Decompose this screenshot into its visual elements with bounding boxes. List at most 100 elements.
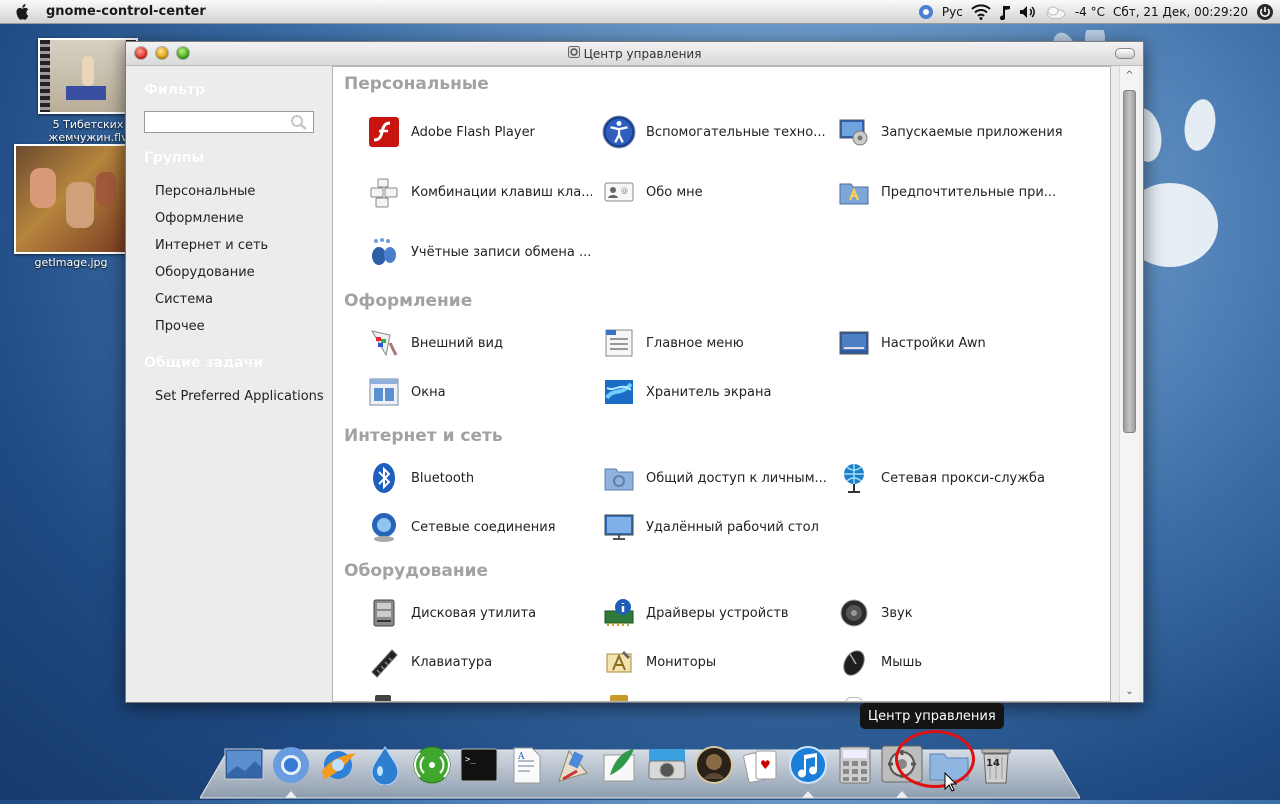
item-label: Запускаемые приложения [881, 124, 1062, 140]
sidebar-group-internet[interactable]: Интернет и сеть [155, 238, 268, 253]
desktop-file-label: 5 Тибетских жемчужин.flv [48, 118, 128, 144]
item-label: Предпочтительные при... [881, 184, 1057, 200]
dock-item-trash[interactable]: 14 [974, 744, 1018, 790]
dock-item-paint[interactable] [551, 744, 595, 790]
item-label: Окна [411, 384, 446, 400]
desktop-file-video[interactable]: 5 Тибетских жемчужин.flv [38, 38, 138, 144]
window-shade-button[interactable] [1115, 48, 1135, 59]
running-indicator [802, 791, 814, 798]
item-label: Вспомогательные техно... [646, 124, 826, 140]
sidebar-group-appearance[interactable]: Оформление [155, 211, 244, 226]
window-title-text: Центр управления [583, 46, 702, 61]
task-set-preferred-applications[interactable]: Set Preferred Applications [155, 389, 324, 404]
item-keyboard-shortcuts[interactable]: Комбинации клавиш кла... [367, 172, 592, 212]
feather-icon [600, 745, 640, 789]
item-remote-desktop[interactable]: Удалённый рабочий стол [602, 507, 827, 547]
sidebar-group-other[interactable]: Прочее [155, 319, 205, 334]
dock-item-text-editor[interactable]: A [504, 744, 548, 790]
volume-icon[interactable] [1019, 5, 1037, 19]
keyboard-shortcuts-icon [367, 175, 401, 209]
clock[interactable]: Сбт, 21 Дек, 00:29:20 [1113, 5, 1248, 19]
paint-icon [553, 745, 593, 789]
svg-text:>_: >_ [465, 755, 476, 765]
item-label: Главное меню [646, 335, 744, 351]
item-disk-utility[interactable]: Дисковая утилита [367, 593, 592, 633]
item-label: Учётные записи обмена ... [411, 244, 592, 260]
item-label: Мышь [881, 654, 923, 670]
apple-menu-icon[interactable] [0, 3, 46, 21]
scroll-up-button[interactable]: ^ [1120, 68, 1139, 84]
item-label: Мониторы [646, 654, 717, 670]
scroll-down-button[interactable]: ⌄ [1120, 684, 1139, 700]
item-personal-file-sharing[interactable]: Общий доступ к личным... [602, 458, 827, 498]
item-network-connections[interactable]: Сетевые соединения [367, 507, 592, 547]
dock-item-game[interactable] [692, 744, 736, 790]
window-title: Центр управления [126, 46, 1143, 61]
sidebar-group-system[interactable]: Система [155, 292, 213, 307]
dock-item-drop[interactable] [363, 744, 407, 790]
desktop-file-image[interactable]: getImage.jpg [14, 144, 128, 269]
dock-item-chromium[interactable] [269, 744, 313, 798]
item-adobe-flash-player[interactable]: Adobe Flash Player [367, 112, 592, 152]
item-appearance[interactable]: Внешний вид [367, 323, 592, 363]
item-messaging-accounts[interactable]: Учётные записи обмена ... [367, 232, 592, 272]
wifi-icon[interactable] [971, 3, 991, 20]
desktop-icon [224, 748, 264, 786]
dock-item-desktop[interactable] [222, 744, 266, 790]
item-network-proxy[interactable]: Сетевая прокси-служба [837, 458, 1062, 498]
top-panel: gnome-control-center Рус -4 °C Сбт, 21 Д… [0, 0, 1280, 24]
item-awn-settings[interactable]: Настройки Awn [837, 323, 1062, 363]
dock-item-music[interactable] [786, 744, 830, 798]
personal-sharing-icon [602, 461, 636, 495]
remote-desktop-icon [602, 510, 636, 544]
item-mouse[interactable]: Мышь [837, 642, 1062, 682]
svg-text:@: @ [621, 187, 628, 195]
scroll-thumb[interactable] [1123, 90, 1136, 433]
game-icon [694, 745, 734, 789]
sidebar-group-hardware[interactable]: Оборудование [155, 265, 255, 280]
content-scrollbar[interactable]: ^ ⌄ [1119, 66, 1139, 702]
weather-cloud-icon[interactable] [1045, 5, 1067, 19]
item-label: Удалённый рабочий стол [646, 519, 819, 535]
filter-search-input[interactable] [144, 111, 314, 133]
keyboard-layout-indicator[interactable]: Рус [942, 5, 963, 19]
control-center-window: Центр управления Фильтр Группы Персональ… [125, 41, 1144, 703]
trash-badge: 14 [986, 758, 1000, 769]
item-sound[interactable]: Звук [837, 593, 1062, 633]
section-title-hardware: Оборудование [344, 561, 489, 581]
dock-item-cards[interactable]: ♥ [739, 744, 783, 790]
item-preferred-applications[interactable]: Предпочтительные при... [837, 172, 1062, 212]
item-windows[interactable]: Окна [367, 372, 592, 412]
power-icon[interactable] [1256, 3, 1274, 21]
item-accessibility[interactable]: Вспомогательные техно... [602, 112, 827, 152]
window-titlebar[interactable]: Центр управления [126, 42, 1143, 66]
sidebar-group-personal[interactable]: Персональные [155, 184, 255, 199]
dock-item-camera[interactable] [645, 744, 689, 790]
music-note-icon[interactable] [999, 4, 1011, 20]
partial-row-icon [845, 697, 863, 701]
weather-temperature[interactable]: -4 °C [1075, 5, 1105, 19]
dock-item-browser[interactable] [316, 744, 360, 790]
dock-item-network[interactable] [410, 744, 454, 790]
dock-item-feather[interactable] [598, 744, 642, 790]
item-bluetooth[interactable]: Bluetooth [367, 458, 592, 498]
item-label: Хранитель экрана [646, 384, 772, 400]
partial-row-icon [610, 695, 628, 701]
item-monitors[interactable]: Мониторы [602, 642, 827, 682]
item-screensaver[interactable]: Хранитель экрана [602, 372, 827, 412]
item-device-drivers[interactable]: Драйверы устройств [602, 593, 827, 633]
dock-item-terminal[interactable]: >_ [457, 744, 501, 790]
active-app-name[interactable]: gnome-control-center [46, 4, 206, 19]
chrome-tray-icon[interactable] [918, 4, 934, 20]
search-icon[interactable] [290, 114, 308, 134]
video-thumbnail [38, 38, 138, 114]
sound-icon [837, 596, 871, 630]
control-panel-content: Персональные Adobe Flash Player Вспомога… [332, 66, 1111, 702]
browser-icon [318, 745, 358, 789]
item-startup-applications[interactable]: Запускаемые приложения [837, 112, 1062, 152]
chromium-icon [272, 746, 310, 788]
item-main-menu[interactable]: Главное меню [602, 323, 827, 363]
item-keyboard[interactable]: Клавиатура [367, 642, 592, 682]
dock-item-calculator[interactable] [833, 744, 877, 790]
item-about-me[interactable]: @ Обо мне [602, 172, 827, 212]
